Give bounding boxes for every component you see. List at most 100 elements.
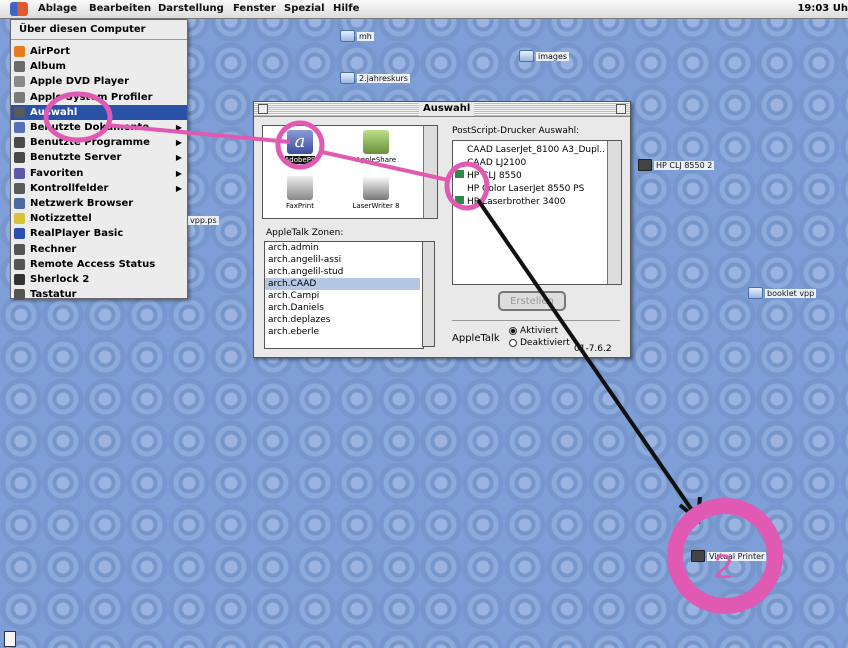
driver-label: AdobePS bbox=[284, 156, 316, 164]
printer-item[interactable]: CAAD LaserJet_8100 A3_Dupl... bbox=[455, 144, 605, 157]
menu-item-label: Sherlock 2 bbox=[30, 274, 90, 285]
zone-item[interactable]: arch.Campi bbox=[265, 290, 420, 302]
chooser-icon bbox=[14, 106, 25, 118]
driver-appleshare[interactable]: AppleShare bbox=[341, 130, 411, 170]
menu-item-label: RealPlayer Basic bbox=[30, 228, 124, 240]
menu-item-netzwerk-browser[interactable]: Netzwerk Browser bbox=[11, 196, 187, 211]
menu-item-notizzettel[interactable]: Notizzettel bbox=[11, 211, 187, 226]
driver-adobeps[interactable]: a AdobePS bbox=[265, 130, 335, 170]
adobeps-icon: a bbox=[287, 130, 313, 154]
driver-label: FaxPrint bbox=[286, 202, 314, 210]
menu-item-benutzte-server[interactable]: Benutzte Server ▶ bbox=[11, 150, 187, 165]
desktop-icon-mh[interactable]: mh bbox=[340, 30, 374, 42]
apple-menu-dropdown: Über diesen Computer AirPort Album Apple D… bbox=[10, 19, 188, 302]
menu-item-about[interactable]: Über diesen Computer bbox=[11, 22, 187, 37]
printer-icon bbox=[638, 159, 652, 171]
version-text: 01-7.6.2 bbox=[574, 344, 612, 354]
laserwriter-icon bbox=[363, 176, 389, 200]
menu-item-label: Rechner bbox=[30, 243, 77, 255]
menu-item-label: Auswahl bbox=[30, 106, 78, 118]
chooser-titlebar[interactable]: Auswahl bbox=[254, 102, 630, 117]
menu-item-label: Favoriten bbox=[30, 167, 84, 179]
desktop-icon-2-jahreskurs[interactable]: 2.jahreskurs bbox=[340, 72, 410, 84]
appletalk-off-radio[interactable]: Deaktiviert bbox=[509, 338, 570, 348]
zone-item[interactable]: arch.CAAD bbox=[265, 278, 420, 290]
zone-item[interactable]: arch.admin bbox=[265, 242, 420, 254]
menu-item-realplayer-basic[interactable]: RealPlayer Basic bbox=[11, 226, 187, 241]
menu-clock[interactable]: 19:03 Uh bbox=[797, 3, 848, 14]
menu-darstellung[interactable]: Darstellung bbox=[158, 3, 224, 14]
printer-item[interactable]: HP Color LaserJet 8550 PS bbox=[455, 183, 605, 196]
keyboard-icon bbox=[14, 289, 25, 301]
menu-item-benutzte-dokumente[interactable]: Benutzte Dokumente ▶ bbox=[11, 120, 187, 135]
appletalk-on-radio[interactable]: Aktiviert bbox=[509, 326, 558, 336]
menu-item-apple-dvd-player[interactable]: Apple DVD Player bbox=[11, 74, 187, 89]
desktop-icon-hp-clj-8550-2[interactable]: HP CLJ 8550 2 bbox=[638, 159, 715, 171]
printer-slot-icon bbox=[455, 157, 464, 165]
create-button[interactable]: Erstellen bbox=[498, 291, 566, 311]
submenu-arrow-icon: ▶ bbox=[175, 138, 182, 148]
zone-item[interactable]: arch.eberle bbox=[265, 326, 420, 338]
profiler-icon bbox=[14, 91, 25, 103]
menu-hilfe[interactable]: Hilfe bbox=[333, 3, 359, 14]
menu-item-label: Album bbox=[30, 61, 66, 73]
zoom-box-icon[interactable] bbox=[616, 104, 626, 114]
desktop-icon-label: HP CLJ 8550 2 bbox=[654, 160, 715, 170]
apple-menu-icon[interactable] bbox=[10, 2, 28, 16]
menu-item-label: AirPort bbox=[30, 46, 71, 57]
printer-item[interactable]: CAAD LJ2100 bbox=[455, 157, 605, 170]
zone-item[interactable]: arch.Daniels bbox=[265, 302, 420, 314]
driver-list-scrollbar[interactable] bbox=[423, 126, 437, 218]
menu-item-label: Notizzettel bbox=[30, 213, 92, 225]
printer-list-scrollbar[interactable] bbox=[607, 141, 621, 284]
zone-item[interactable]: arch.angelil-assi bbox=[265, 254, 420, 266]
dvd-icon bbox=[14, 76, 25, 88]
printer-icon bbox=[691, 550, 705, 562]
zone-item[interactable]: arch.angelil-stud bbox=[265, 266, 420, 278]
menu-item-benutzte-programme[interactable]: Benutzte Programme ▶ bbox=[11, 135, 187, 150]
menu-item-album[interactable]: Album bbox=[11, 59, 187, 74]
desktop-icon-vpp-ps[interactable]: vpp.ps bbox=[188, 216, 219, 225]
zone-item[interactable]: arch.deplazes bbox=[265, 314, 420, 326]
network-icon bbox=[14, 198, 25, 209]
printer-item[interactable]: HP Laserbrother 3400 bbox=[455, 196, 605, 209]
submenu-arrow-icon: ▶ bbox=[175, 183, 182, 193]
menu-ablage[interactable]: Ablage bbox=[38, 3, 77, 14]
menu-item-tastatur[interactable]: Tastatur bbox=[11, 287, 187, 302]
printer-name: CAAD LJ2100 bbox=[467, 158, 527, 168]
favorites-icon bbox=[14, 167, 25, 179]
programs-icon bbox=[14, 137, 25, 149]
menu-item-label: Benutzte Server bbox=[30, 152, 122, 164]
menu-fenster[interactable]: Fenster bbox=[233, 3, 276, 14]
realplayer-icon bbox=[14, 228, 25, 240]
menu-separator bbox=[11, 39, 187, 40]
remote-icon bbox=[14, 258, 25, 270]
trash-icon[interactable] bbox=[4, 631, 16, 647]
menu-item-airport[interactable]: AirPort bbox=[11, 44, 187, 59]
menu-item-favoriten[interactable]: Favoriten ▶ bbox=[11, 166, 187, 181]
menu-item-sherlock-2[interactable]: Sherlock 2 bbox=[11, 272, 187, 287]
driver-faxprint[interactable]: FaxPrint bbox=[265, 176, 335, 216]
driver-label: AppleShare bbox=[355, 156, 397, 164]
zones-scrollbar[interactable] bbox=[422, 241, 435, 347]
driver-laserwriter8[interactable]: LaserWriter 8 bbox=[341, 176, 411, 216]
menu-item-auswahl[interactable]: Auswahl bbox=[11, 104, 187, 120]
folder-icon bbox=[340, 30, 355, 42]
menu-item-rechner[interactable]: Rechner bbox=[11, 242, 187, 257]
printer-slot-icon bbox=[455, 144, 464, 152]
menu-item-remote-access-status[interactable]: Remote Access Status bbox=[11, 257, 187, 272]
menu-item-label: Apple DVD Player bbox=[30, 76, 129, 88]
printer-name: HP Laserbrother 3400 bbox=[467, 197, 566, 207]
desktop-icon-booklet-vpp[interactable]: booklet vpp bbox=[748, 287, 817, 299]
printer-item[interactable]: HP CLJ 8550 bbox=[455, 170, 605, 183]
desktop-icon-virtual-printer[interactable]: Virtual Printer bbox=[691, 550, 767, 562]
desktop-icon-images[interactable]: images bbox=[519, 50, 570, 62]
divider bbox=[452, 320, 620, 321]
close-box-icon[interactable] bbox=[258, 104, 268, 114]
menu-spezial[interactable]: Spezial bbox=[284, 3, 325, 14]
selected-printer-icon bbox=[455, 170, 464, 178]
submenu-arrow-icon: ▶ bbox=[175, 168, 182, 178]
menu-item-apple-system-profiler[interactable]: Apple System Profiler bbox=[11, 90, 187, 105]
menu-bearbeiten[interactable]: Bearbeiten bbox=[89, 3, 151, 14]
menu-item-kontrollfelder[interactable]: Kontrollfelder ▶ bbox=[11, 181, 187, 196]
